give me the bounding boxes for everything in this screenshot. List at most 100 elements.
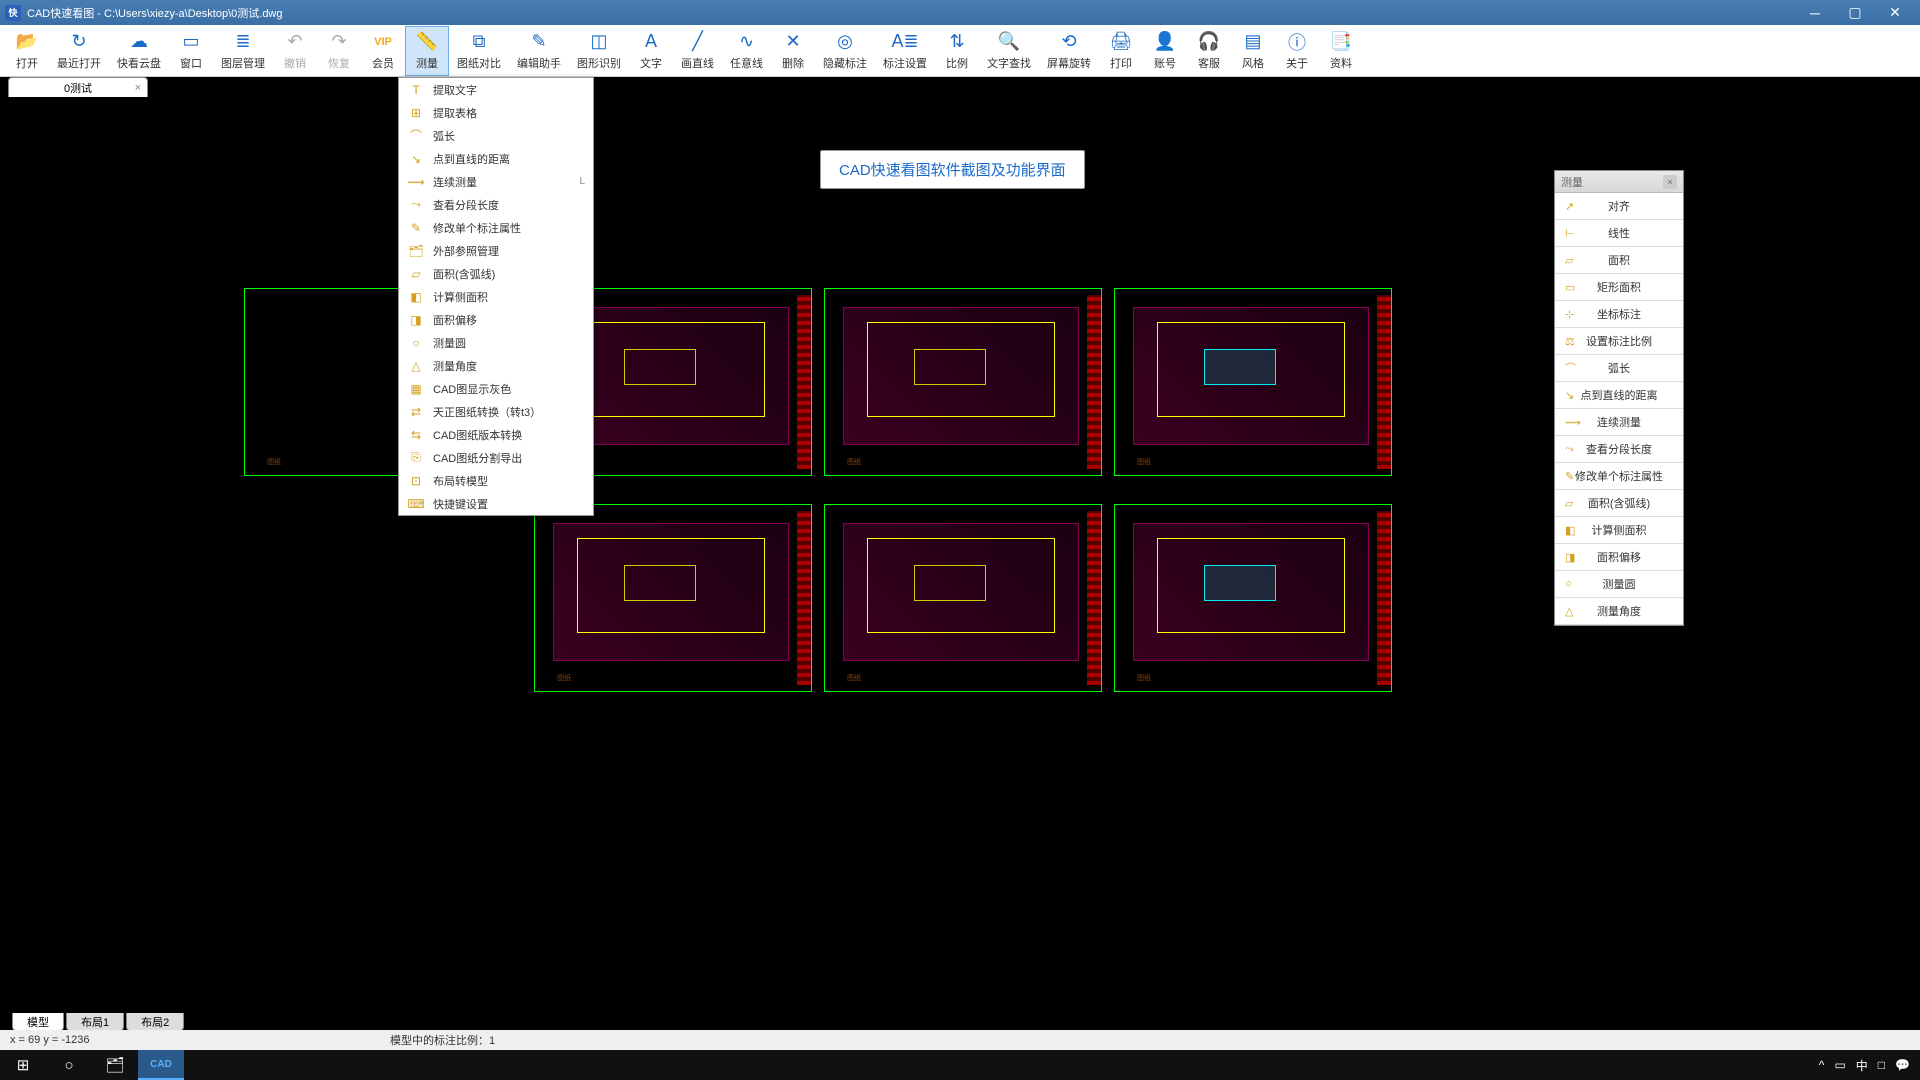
menu-item[interactable]: ⎘CAD图纸分割导出 — [399, 446, 593, 469]
panel-item[interactable]: ○测量圆 — [1555, 571, 1683, 598]
tool-find-text[interactable]: 🔍文字查找 — [979, 26, 1039, 76]
tool-vip[interactable]: VIP会员 — [361, 26, 405, 76]
menu-item[interactable]: ⊡布局转模型 — [399, 469, 593, 492]
file-tab[interactable]: 0测试 × — [8, 77, 148, 97]
panel-item[interactable]: ↘点到直线的距离 — [1555, 382, 1683, 409]
text-icon: A — [640, 31, 662, 53]
tab-close-icon[interactable]: × — [135, 82, 141, 94]
tool-dim-settings[interactable]: A≣标注设置 — [875, 26, 935, 76]
drawing-thumb[interactable]: 图纸 — [1114, 288, 1392, 476]
menu-item[interactable]: ▱面积(含弧线) — [399, 262, 593, 285]
caption-banner: CAD快速看图软件截图及功能界面 — [820, 150, 1085, 189]
tool-scale[interactable]: ⇅比例 — [935, 26, 979, 76]
tool-support[interactable]: 🎧客服 — [1187, 26, 1231, 76]
close-button[interactable]: ✕ — [1875, 0, 1915, 25]
tool-hide-dim[interactable]: ◎隐藏标注 — [815, 26, 875, 76]
menu-item[interactable]: ⌨快捷键设置 — [399, 492, 593, 515]
menu-item-icon: ⇄ — [407, 403, 425, 421]
tool-edit-helper[interactable]: ✎编辑助手 — [509, 26, 569, 76]
menu-item[interactable]: ○测量圆 — [399, 331, 593, 354]
thumb-caption: 图纸 — [557, 673, 571, 683]
drawing-thumb[interactable]: 图纸 — [1114, 504, 1392, 692]
menu-item[interactable]: T提取文字 — [399, 78, 593, 101]
tray-icon[interactable]: 💬 — [1895, 1058, 1910, 1072]
menu-shortcut: L — [579, 176, 585, 187]
drawing-thumb[interactable]: 图纸 — [824, 288, 1102, 476]
tool-account[interactable]: 👤账号 — [1143, 26, 1187, 76]
menu-item[interactable]: ⊞提取表格 — [399, 101, 593, 124]
panel-title: 测量 — [1561, 174, 1583, 190]
tray-icon[interactable]: 中 — [1856, 1057, 1868, 1074]
panel-item[interactable]: ⌒弧长 — [1555, 355, 1683, 382]
panel-item[interactable]: ◨面积偏移 — [1555, 544, 1683, 571]
tool-style[interactable]: ▤风格 — [1231, 26, 1275, 76]
tray-icon[interactable]: □ — [1878, 1058, 1885, 1072]
menu-item[interactable]: ⇄天正图纸转换（转t3） — [399, 400, 593, 423]
tool-line[interactable]: ╱画直线 — [673, 26, 722, 76]
menu-item[interactable]: 🗂外部参照管理 — [399, 239, 593, 262]
menu-item[interactable]: ◧计算侧面积 — [399, 285, 593, 308]
panel-item[interactable]: ⊹坐标标注 — [1555, 301, 1683, 328]
menu-item[interactable]: △测量角度 — [399, 354, 593, 377]
tool-window[interactable]: ▭窗口 — [169, 26, 213, 76]
menu-item[interactable]: ▦CAD图显示灰色 — [399, 377, 593, 400]
menu-item[interactable]: ↘点到直线的距离 — [399, 147, 593, 170]
tool-compare[interactable]: ⧉图纸对比 — [449, 26, 509, 76]
tool-measure[interactable]: 📏测量 — [405, 26, 449, 76]
open-icon: 📂 — [16, 31, 38, 53]
cortana-button[interactable]: ○ — [46, 1050, 92, 1080]
panel-item[interactable]: ▭矩形面积 — [1555, 274, 1683, 301]
panel-item[interactable]: ◧计算侧面积 — [1555, 517, 1683, 544]
layout-tab[interactable]: 模型 — [12, 1013, 64, 1031]
thumb-caption: 图纸 — [847, 673, 861, 683]
panel-item-icon: ⚖ — [1565, 335, 1575, 348]
hide-dim-label: 隐藏标注 — [823, 55, 867, 71]
cad-app-button[interactable]: CAD — [138, 1050, 184, 1080]
minimize-button[interactable]: ─ — [1795, 0, 1835, 25]
panel-item[interactable]: ↗对齐 — [1555, 193, 1683, 220]
menu-item[interactable]: ⇆CAD图纸版本转换 — [399, 423, 593, 446]
drawing-thumb[interactable]: 图纸 — [534, 504, 812, 692]
start-button[interactable]: ⊞ — [0, 1050, 46, 1080]
tool-resources[interactable]: 📑资料 — [1319, 26, 1363, 76]
panel-item[interactable]: ⟿连续测量 — [1555, 409, 1683, 436]
tool-open[interactable]: 📂打开 — [5, 26, 49, 76]
panel-close-icon[interactable]: × — [1663, 175, 1677, 189]
menu-item-icon: ↘ — [407, 150, 425, 168]
tool-cloud[interactable]: ☁快看云盘 — [109, 26, 169, 76]
vip-icon: VIP — [372, 31, 394, 53]
drawing-thumb[interactable]: 图纸 — [824, 504, 1102, 692]
panel-item[interactable]: ⤳查看分段长度 — [1555, 436, 1683, 463]
tray-icon[interactable]: ▭ — [1834, 1058, 1845, 1072]
tool-recent[interactable]: ↻最近打开 — [49, 26, 109, 76]
panel-item[interactable]: ⚖设置标注比例 — [1555, 328, 1683, 355]
menu-item[interactable]: ⌒弧长 — [399, 124, 593, 147]
tool-redo[interactable]: ↷恢复 — [317, 26, 361, 76]
panel-item[interactable]: ✎修改单个标注属性 — [1555, 463, 1683, 490]
layout-tab[interactable]: 布局2 — [126, 1013, 184, 1031]
layers-icon: ≣ — [232, 31, 254, 53]
dimension-scale: 模型中的标注比例：1 — [390, 1032, 495, 1048]
menu-item-icon: ◧ — [407, 288, 425, 306]
panel-item[interactable]: ▱面积(含弧线) — [1555, 490, 1683, 517]
maximize-button[interactable]: ▢ — [1835, 0, 1875, 25]
tool-freeline[interactable]: ∿任意线 — [722, 26, 771, 76]
tool-text[interactable]: A文字 — [629, 26, 673, 76]
tool-screen-rotate[interactable]: ⟲屏幕旋转 — [1039, 26, 1099, 76]
panel-item[interactable]: ⊢线性 — [1555, 220, 1683, 247]
explorer-button[interactable]: 🗂 — [92, 1050, 138, 1080]
tray-icon[interactable]: ^ — [1819, 1058, 1825, 1072]
layout-tab[interactable]: 布局1 — [66, 1013, 124, 1031]
tool-print[interactable]: 🖨打印 — [1099, 26, 1143, 76]
menu-item[interactable]: ◨面积偏移 — [399, 308, 593, 331]
tool-layers[interactable]: ≣图层管理 — [213, 26, 273, 76]
tool-delete[interactable]: ✕删除 — [771, 26, 815, 76]
tool-undo[interactable]: ↶撤销 — [273, 26, 317, 76]
menu-item[interactable]: ⟿连续测量L — [399, 170, 593, 193]
menu-item[interactable]: ✎修改单个标注属性 — [399, 216, 593, 239]
tool-shape-recog[interactable]: ◫图形识别 — [569, 26, 629, 76]
panel-item[interactable]: ▱面积 — [1555, 247, 1683, 274]
tool-about[interactable]: ⓘ关于 — [1275, 26, 1319, 76]
menu-item[interactable]: ⤳查看分段长度 — [399, 193, 593, 216]
panel-item[interactable]: △测量角度 — [1555, 598, 1683, 625]
